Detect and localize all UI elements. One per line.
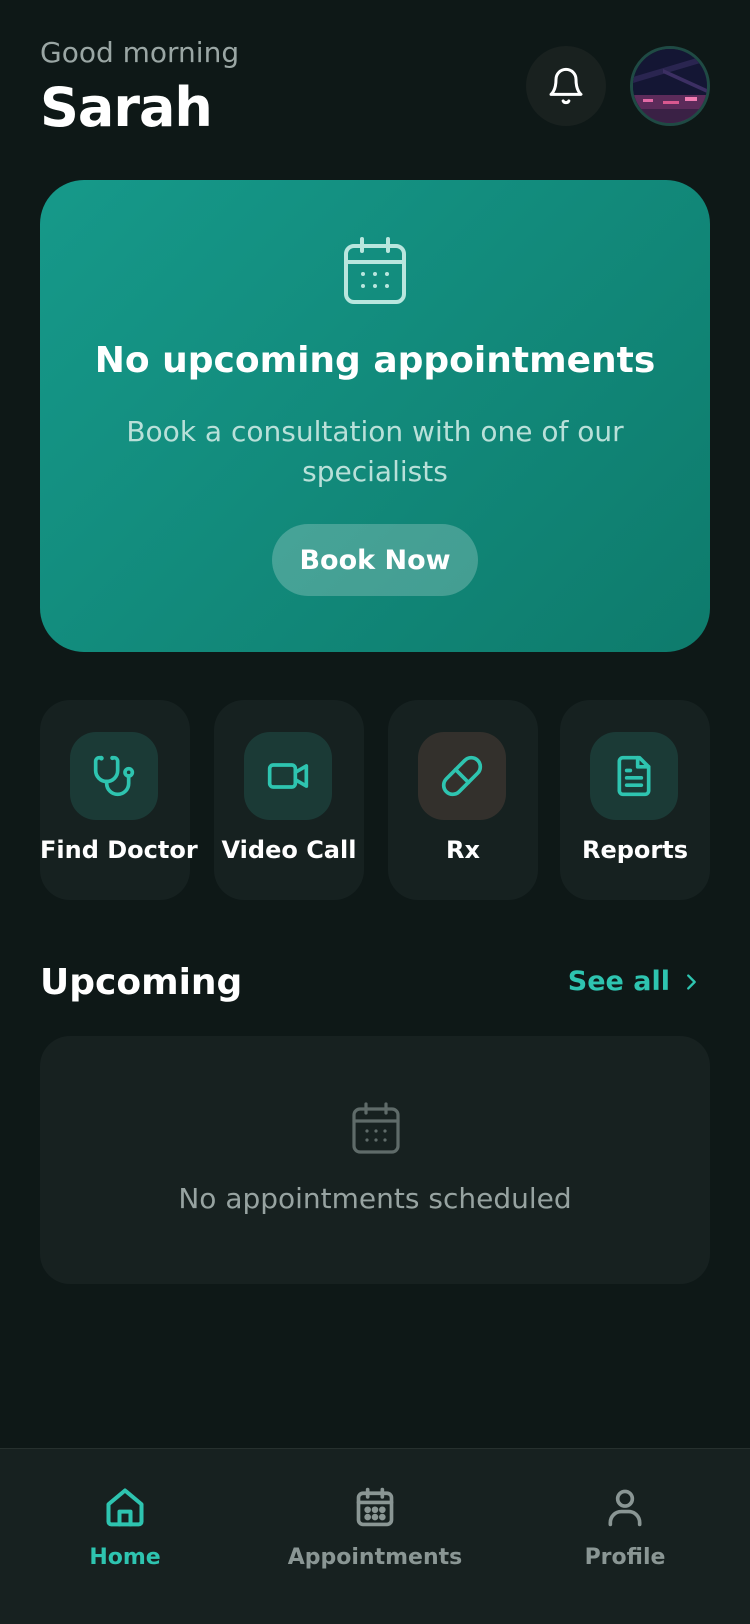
see-all-link[interactable]: See all (568, 966, 702, 997)
no-appointments-hero-card: No upcoming appointments Book a consulta… (40, 180, 710, 652)
find-doctor-action[interactable]: Find Doctor (40, 700, 198, 900)
calendar-icon (352, 1102, 400, 1154)
tab-home[interactable]: Home (25, 1485, 225, 1585)
stethoscope-icon (93, 755, 135, 797)
pill-icon (441, 755, 483, 797)
avatar[interactable] (630, 46, 710, 126)
video-call-icon-tile (244, 732, 332, 820)
bell-icon (549, 67, 583, 105)
video-call-label: Video Call (221, 836, 357, 864)
avatar-image (633, 49, 707, 123)
document-icon (617, 755, 651, 797)
tab-profile[interactable]: Profile (525, 1485, 725, 1585)
find-doctor-icon-tile (70, 732, 158, 820)
calendar-icon (356, 1487, 394, 1527)
tab-appointments-label: Appointments (287, 1545, 463, 1570)
reports-label: Reports (581, 836, 689, 864)
user-name: Sarah (40, 76, 213, 139)
tab-profile-label: Profile (584, 1545, 666, 1570)
user-icon (608, 1489, 642, 1527)
reports-action[interactable]: Reports (560, 700, 710, 900)
empty-state-text: No appointments scheduled (178, 1182, 572, 1215)
home-icon (106, 1488, 144, 1527)
video-call-action[interactable]: Video Call (214, 700, 364, 900)
rx-action[interactable]: Rx (388, 700, 538, 900)
notifications-button[interactable] (526, 46, 606, 126)
video-camera-icon (267, 763, 309, 789)
upcoming-empty-card: No appointments scheduled (40, 1036, 710, 1284)
bottom-tab-bar: Home Appointments Profile (0, 1448, 750, 1624)
book-now-button[interactable]: Book Now (272, 524, 478, 596)
rx-icon-tile (418, 732, 506, 820)
upcoming-section-title: Upcoming (40, 962, 243, 1003)
rx-label: Rx (446, 836, 480, 864)
hero-subtitle: Book a consultation with one of our spec… (126, 415, 624, 488)
tab-home-label: Home (89, 1545, 161, 1570)
see-all-label: See all (567, 966, 670, 997)
greeting-text: Good morning (40, 36, 240, 69)
reports-icon-tile (590, 732, 678, 820)
hero-title: No upcoming appointments (94, 340, 656, 381)
calendar-icon (344, 237, 406, 304)
chevron-right-icon (687, 973, 696, 990)
find-doctor-label: Find Doctor (40, 836, 198, 864)
tab-appointments[interactable]: Appointments (275, 1485, 475, 1585)
